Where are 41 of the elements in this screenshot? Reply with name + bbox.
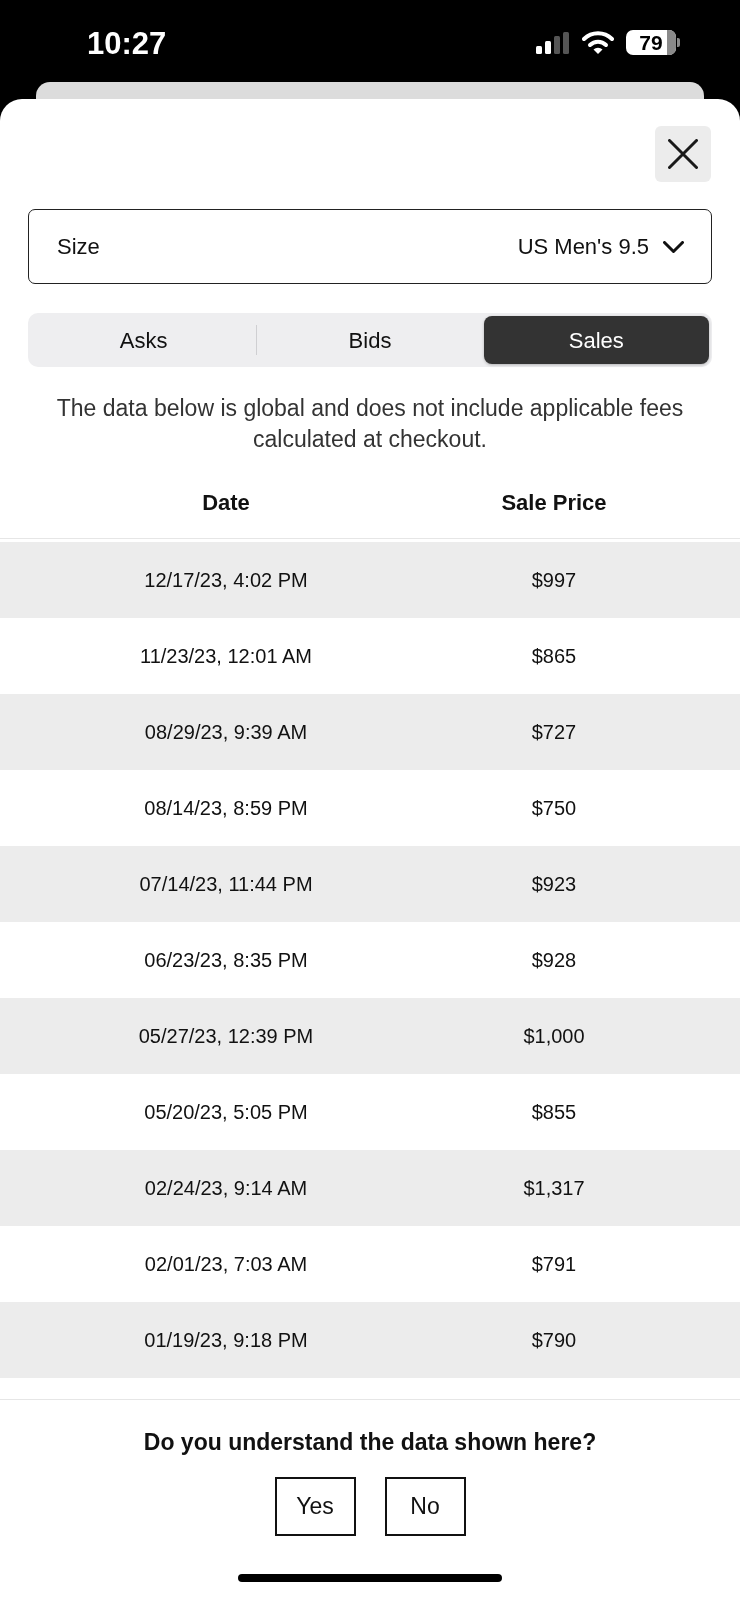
table-cell-text: 02/01/23, 7:03 AM <box>144 1252 308 1277</box>
table-cell-text: 05/20/23, 5:05 PM <box>144 1100 308 1125</box>
column-header: Sale Price <box>501 489 607 517</box>
close-icon <box>668 139 698 169</box>
battery-indicator: 79 <box>626 30 680 55</box>
table-cell-text: $997 <box>531 568 577 593</box>
status-time: 10:27 <box>87 26 167 62</box>
table-cell-text: $855 <box>531 1100 577 1125</box>
answer-button[interactable]: Yes <box>274 1477 356 1536</box>
notice-text: The data below is global and does not include applicable fees calculated at checkout. <box>55 394 685 454</box>
table-cell-text: $790 <box>531 1328 577 1353</box>
answer-button[interactable]: No <box>384 1477 466 1536</box>
table-cell-text: $1,000 <box>523 1024 585 1049</box>
table-cell-text: $923 <box>531 872 577 897</box>
table-cell-text: 12/17/23, 4:02 PM <box>144 568 308 593</box>
column-header: Date <box>202 489 250 517</box>
feedback-question: Do you understand the data shown here? <box>142 1428 598 1456</box>
table-cell-text: $865 <box>531 644 577 669</box>
table-cell-text: $727 <box>531 720 577 745</box>
table-cell-text: $791 <box>531 1252 577 1277</box>
table-cell-text: $750 <box>531 796 577 821</box>
table-cell-text: 11/23/23, 12:01 AM <box>140 644 312 669</box>
table-cell-text: $928 <box>531 948 577 973</box>
size-label: Size <box>57 233 100 261</box>
table-cell-text: 08/29/23, 9:39 AM <box>144 720 308 745</box>
table-cell-text: 02/24/23, 9:14 AM <box>144 1176 308 1201</box>
table-cell-text: 01/19/23, 9:18 PM <box>144 1328 308 1353</box>
segment-tab[interactable]: Asks <box>31 316 257 364</box>
table-cell-text: 06/23/23, 8:35 PM <box>144 948 308 973</box>
signal-icon <box>536 31 570 54</box>
table-cell-text: 07/14/23, 11:44 PM <box>139 872 313 897</box>
table-cell-text: $1,317 <box>523 1176 585 1201</box>
segment-tab[interactable]: Bids <box>257 316 483 364</box>
segment-tab[interactable]: Sales <box>483 316 709 364</box>
close-button[interactable] <box>655 126 711 182</box>
table-cell-text: 05/27/23, 12:39 PM <box>138 1024 314 1049</box>
table-cell-text: 08/14/23, 8:59 PM <box>144 796 308 821</box>
chevron-down-icon <box>663 240 684 253</box>
size-dropdown[interactable]: Size US Men's 9.5 <box>28 209 712 284</box>
wifi-icon <box>582 31 614 54</box>
size-value: US Men's 9.5 <box>517 233 649 261</box>
